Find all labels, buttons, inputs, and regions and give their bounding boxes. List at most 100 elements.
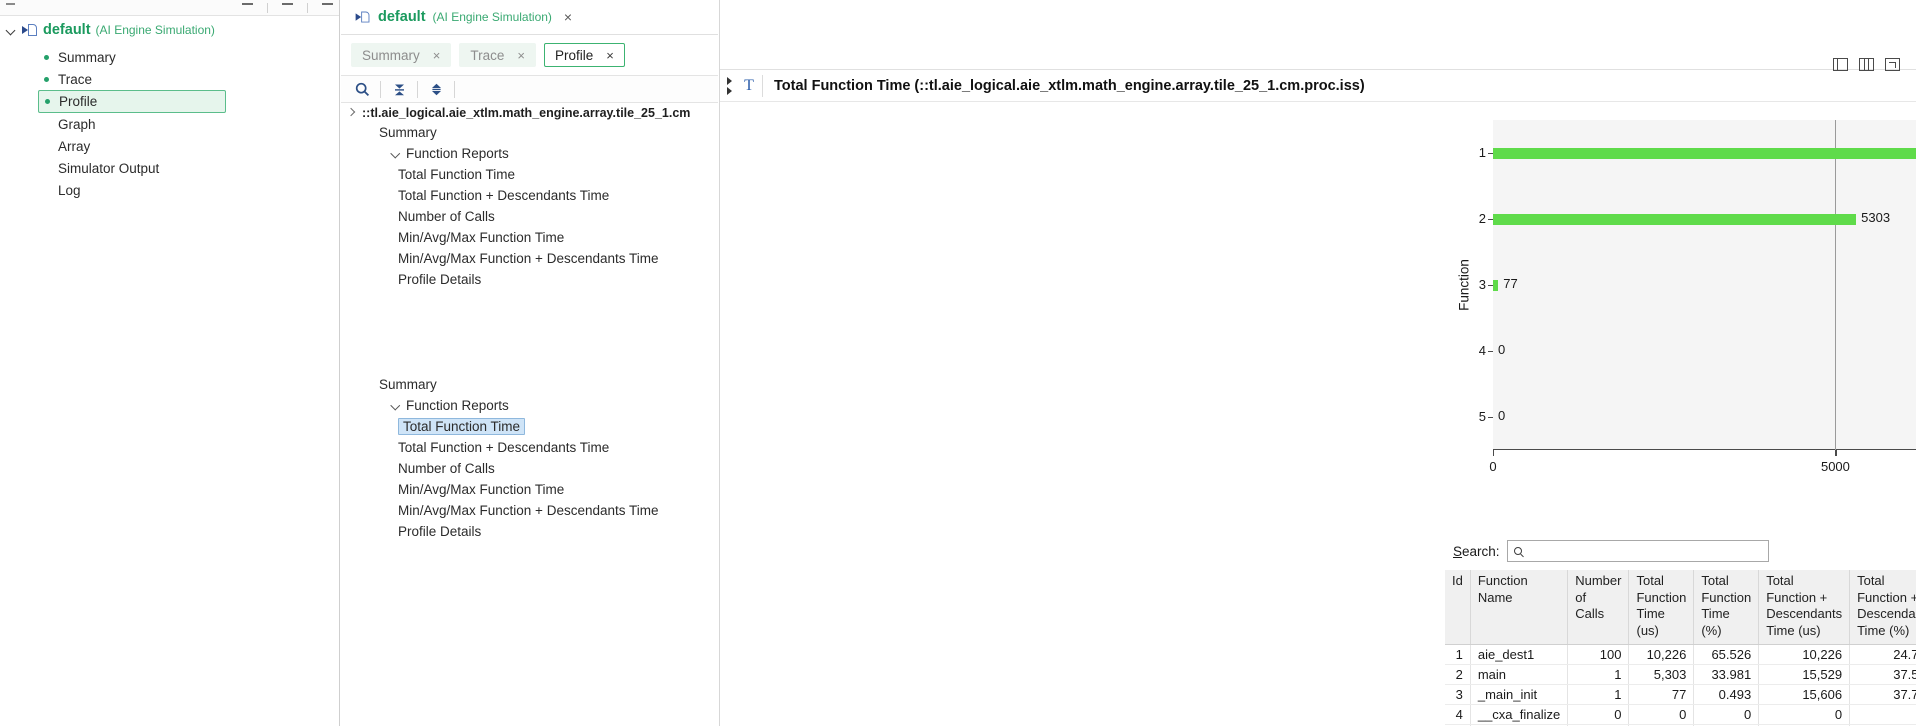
table-column-header[interactable]: Function Name	[1470, 570, 1569, 645]
tree-item-profile-details[interactable]: Profile Details	[341, 269, 718, 290]
sidebar-item-summary[interactable]: Summary	[38, 46, 339, 68]
sidebar-item-label: Array	[58, 138, 91, 154]
table-cell: 0.493	[1693, 684, 1760, 705]
tree-item-summary[interactable]: Summary	[341, 122, 718, 143]
sidebar-minimize-view-icon[interactable]	[282, 3, 293, 5]
search-input[interactable]	[1524, 543, 1745, 559]
sidebar-item-trace[interactable]: Trace	[38, 68, 339, 90]
table-cell: 0	[1567, 704, 1630, 725]
tree-item-label: Function Reports	[406, 146, 509, 161]
close-icon[interactable]: ×	[606, 48, 614, 63]
sidebar-item-array[interactable]: Array	[38, 135, 339, 157]
tree-item-total-function-descendants-time[interactable]: Total Function + Descendants Time	[341, 185, 718, 206]
chart-title: Total Function Time (::tl.aie_logical.ai…	[774, 77, 1365, 94]
bar[interactable]	[1493, 213, 1857, 225]
x-axis-tick	[1493, 450, 1495, 456]
bar[interactable]	[1493, 147, 1916, 159]
tree-item-min-avg-max-function-time[interactable]: Min/Avg/Max Function Time	[341, 227, 718, 248]
sidebar-maximize-view-icon[interactable]	[322, 3, 333, 5]
left-sidebar: default (AI Engine Simulation) Summary T…	[0, 0, 340, 726]
search-input-wrapper[interactable]	[1506, 540, 1769, 562]
sidebar-view-menu-icon[interactable]	[242, 3, 253, 5]
chevron-down-icon[interactable]	[391, 400, 402, 411]
sidebar-item-profile[interactable]: Profile	[38, 90, 226, 113]
bullet-icon	[44, 122, 49, 127]
tree-item-min-avg-max-function-descendants-time-2[interactable]: Min/Avg/Max Function + Descendants Time	[341, 500, 718, 521]
collapse-all-icon[interactable]	[384, 76, 414, 102]
table-cell: 65.526	[1693, 644, 1760, 665]
sidebar-root-sublabel: (AI Engine Simulation)	[95, 23, 215, 37]
close-icon[interactable]: ×	[564, 10, 572, 24]
chevron-down-icon[interactable]	[6, 25, 17, 36]
y-axis-tick-label: 4	[1478, 343, 1486, 358]
minimize-view-icon[interactable]	[1833, 58, 1848, 71]
editor-tab-title[interactable]: default	[378, 9, 426, 25]
bar[interactable]	[1493, 279, 1499, 291]
table-column-header[interactable]: Total Function +Descendants Time (%)	[1849, 570, 1916, 645]
chevron-down-icon[interactable]	[391, 148, 402, 159]
tab-label: Profile	[554, 47, 594, 63]
function-table-wrapper[interactable]: Id Function Name Number of Calls Total Functi…	[1445, 570, 1916, 726]
sidebar-item-graph[interactable]: Graph	[38, 113, 339, 135]
chevron-right-icon[interactable]	[347, 108, 357, 118]
y-axis-tick-label: 3	[1478, 277, 1486, 292]
table-row[interactable]: 3_main_init1770.49315,60637.731777777	[1445, 684, 1916, 705]
tree-item-total-function-time-selected[interactable]: Total Function Time	[341, 416, 718, 437]
tree-item-number-of-calls-2[interactable]: Number of Calls	[341, 458, 718, 479]
table-cell: 1	[1567, 664, 1630, 685]
tree-item-label: Min/Avg/Max Function Time	[398, 482, 565, 497]
tree-item-summary-2[interactable]: Summary	[341, 374, 718, 395]
table-row[interactable]: 4__cxa_finalize00000000	[1445, 704, 1916, 725]
bullet-icon	[44, 166, 49, 171]
table-column-header[interactable]: Id	[1445, 570, 1471, 645]
sidebar-item-simulator-output[interactable]: Simulator Output	[38, 157, 339, 179]
tree-item-label: Total Function + Descendants Time	[398, 440, 610, 455]
table-cell: 3	[1445, 684, 1471, 705]
tab-profile[interactable]: Profile ×	[543, 43, 625, 67]
editor-tab-subtitle: (AI Engine Simulation)	[432, 10, 552, 24]
tree-item-total-function-descendants-time-2[interactable]: Total Function + Descendants Time	[341, 437, 718, 458]
restore-view-icon[interactable]	[1859, 58, 1874, 71]
x-axis-tick-label: 0	[1489, 459, 1497, 474]
report-tree-root[interactable]: ::tl.aie_logical.aie_xtlm.math_engine.ar…	[341, 103, 718, 122]
close-icon[interactable]: ×	[433, 48, 441, 63]
tab-trace[interactable]: Trace ×	[459, 43, 536, 67]
tree-item-function-reports[interactable]: Function Reports	[341, 143, 718, 164]
tree-item-total-function-time[interactable]: Total Function Time	[341, 164, 718, 185]
divider	[380, 80, 381, 98]
run-config-icon	[22, 23, 38, 37]
table-cell: 4	[1445, 704, 1471, 725]
tree-item-label: Number of Calls	[398, 461, 495, 476]
table-column-header[interactable]: Total Function Time (%)	[1693, 570, 1760, 645]
tab-label: Trace	[470, 47, 505, 63]
table-column-header-line: Name	[1477, 589, 1513, 605]
table-column-header-line: Total Function	[1701, 573, 1752, 605]
tree-item-label: Total Function Time	[398, 167, 516, 182]
table-row[interactable]: 2main15,30333.98115,52937.5455,3035,3035…	[1445, 664, 1916, 685]
table-column-header[interactable]: Total Function + Descendants Time (us)	[1758, 570, 1851, 645]
maximize-view-icon[interactable]	[1885, 58, 1900, 71]
bullet-icon	[44, 188, 49, 193]
tree-item-min-avg-max-function-descendants-time[interactable]: Min/Avg/Max Function + Descendants Time	[341, 248, 718, 269]
sort-icon[interactable]	[421, 76, 451, 102]
table-column-header[interactable]: Total Function Time (us)	[1628, 570, 1695, 645]
sidebar-root-node[interactable]: default (AI Engine Simulation)	[0, 16, 339, 44]
chart-scroll-left-icon[interactable]	[722, 76, 736, 95]
table-cell: __cxa_finalize	[1470, 704, 1569, 725]
table-column-header-line: Total Function +	[1857, 573, 1916, 605]
table-cell: 5,303	[1628, 664, 1695, 685]
tree-item-number-of-calls[interactable]: Number of Calls	[341, 206, 718, 227]
sidebar-root-label: default	[43, 22, 91, 38]
table-body: 1aie_dest110010,22665.52610,22624.724102…	[1445, 644, 1916, 726]
sidebar-minimize-icon[interactable]	[6, 3, 15, 5]
table-row[interactable]: 1aie_dest110010,22665.52610,22624.724102…	[1445, 644, 1916, 665]
tree-item-min-avg-max-function-time-2[interactable]: Min/Avg/Max Function Time	[341, 479, 718, 500]
tree-item-function-reports-2[interactable]: Function Reports	[341, 395, 718, 416]
sidebar-item-log[interactable]: Log	[38, 179, 339, 201]
tab-summary[interactable]: Summary ×	[351, 43, 452, 67]
table-column-header[interactable]: Number of Calls	[1567, 570, 1630, 645]
close-icon[interactable]: ×	[517, 48, 525, 63]
table-column-header-line: Time (%)	[1701, 606, 1730, 638]
search-icon[interactable]	[347, 76, 377, 102]
tree-item-profile-details-2[interactable]: Profile Details	[341, 521, 718, 542]
